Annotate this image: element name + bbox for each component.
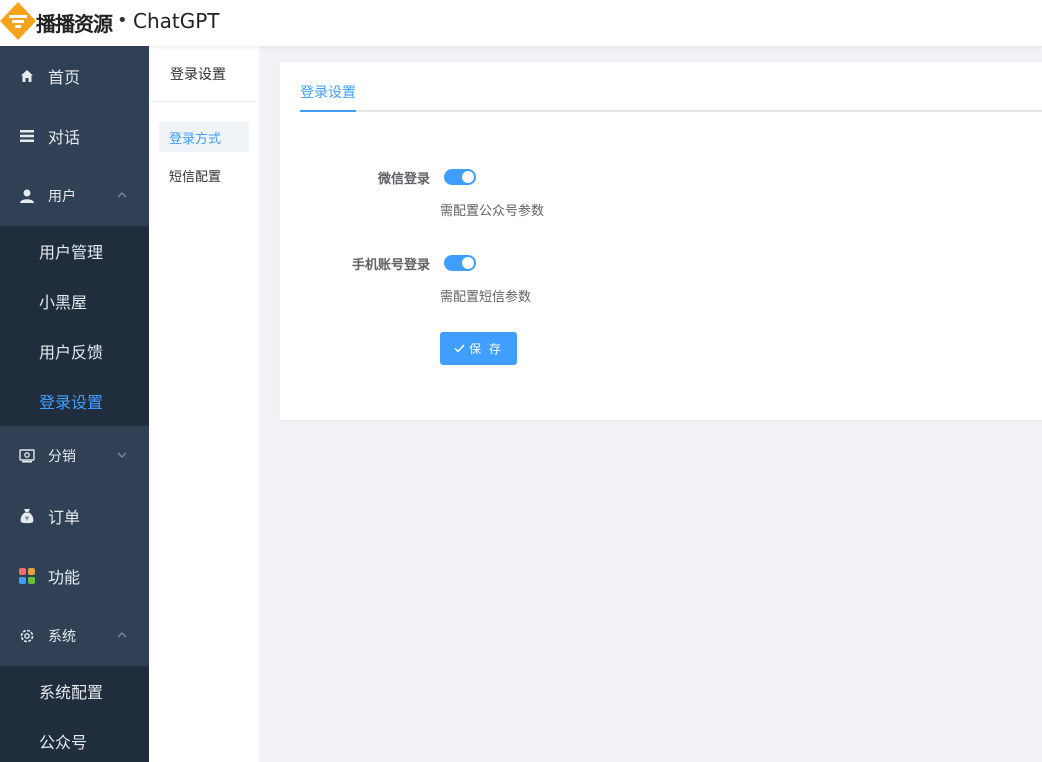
tab-login-settings[interactable]: 登录设置 [300, 82, 356, 112]
home-icon [18, 67, 36, 85]
sidebar-item-label: 分销 [48, 449, 76, 465]
submenu-user: 用户管理 小黑屋 用户反馈 登录设置 [0, 226, 149, 426]
wechat-login-label: 微信登录 [377, 172, 430, 187]
check-icon [454, 344, 465, 353]
sidebar-item-system[interactable]: 系统 [0, 606, 149, 666]
phone-login-label: 手机账号登录 [351, 258, 430, 273]
phone-login-switch[interactable] [444, 255, 476, 271]
settings-subnav: 登录设置 登录方式 短信配置 [149, 46, 259, 762]
sidebar-item-label: 功能 [48, 568, 81, 587]
tab-bar: 登录设置 [300, 62, 1042, 112]
user-icon [18, 187, 36, 205]
subnav-item-login-method[interactable]: 登录方式 [159, 122, 249, 152]
svg-text:¥: ¥ [25, 516, 29, 523]
sidebar-item-blacklist[interactable]: 小黑屋 [0, 276, 149, 326]
switch-knob [462, 171, 474, 183]
sidebar-item-official-account[interactable]: 公众号 [0, 716, 149, 762]
list-icon [18, 127, 36, 145]
distribution-icon [18, 447, 36, 465]
submenu-system: 系统配置 公众号 [0, 666, 149, 762]
top-header: 播播资源 • ChatGPT [0, 0, 1042, 46]
app-name: ChatGPT [133, 9, 220, 33]
sidebar-item-user-management[interactable]: 用户管理 [0, 226, 149, 276]
sidebar-item-system-config[interactable]: 系统配置 [0, 666, 149, 716]
subnav-item-sms-config[interactable]: 短信配置 [159, 160, 249, 190]
sidebar-item-user[interactable]: 用户 [0, 166, 149, 226]
save-button-label: 保 存 [469, 342, 503, 356]
subnav-list: 登录方式 短信配置 [149, 102, 259, 190]
sidebar-item-orders[interactable]: ¥ 订单 [0, 486, 149, 546]
logo-icon [0, 2, 36, 40]
chevron-down-icon [117, 452, 127, 458]
settings-card: 登录设置 微信登录 需配置公众号参数 手机账号登录 需配置短信参数 保 存 [279, 61, 1042, 421]
brand-name: 播播资源 [36, 12, 113, 36]
sidebar-item-feedback[interactable]: 用户反馈 [0, 326, 149, 376]
sidebar-item-label: 系统 [48, 629, 76, 645]
chevron-up-icon [117, 192, 127, 198]
sidebar-item-chat[interactable]: 对话 [0, 106, 149, 166]
sidebar-item-login-settings[interactable]: 登录设置 [0, 376, 149, 426]
sidebar-item-label: 对话 [48, 128, 81, 147]
apps-icon [18, 567, 36, 585]
sidebar-item-features[interactable]: 功能 [0, 546, 149, 606]
sidebar-item-label: 首页 [48, 68, 81, 87]
gear-icon [18, 627, 36, 645]
save-button[interactable]: 保 存 [440, 332, 517, 365]
chevron-up-icon [117, 632, 127, 638]
sidebar: 首页 对话 用户 用户管理 小黑屋 用户反馈 登录设置 分销 ¥ 订单 功能 系… [0, 46, 149, 762]
sidebar-item-home[interactable]: 首页 [0, 46, 149, 106]
sidebar-item-label: 用户 [48, 189, 76, 205]
wechat-login-help: 需配置公众号参数 [440, 204, 545, 219]
sidebar-item-distribution[interactable]: 分销 [0, 426, 149, 486]
brand-dot: • [117, 10, 128, 31]
phone-login-help: 需配置短信参数 [440, 290, 532, 305]
money-bag-icon: ¥ [18, 507, 36, 525]
wechat-login-switch[interactable] [444, 169, 476, 185]
sidebar-item-label: 订单 [48, 508, 81, 527]
switch-knob [462, 257, 474, 269]
subnav-title: 登录设置 [149, 46, 259, 102]
